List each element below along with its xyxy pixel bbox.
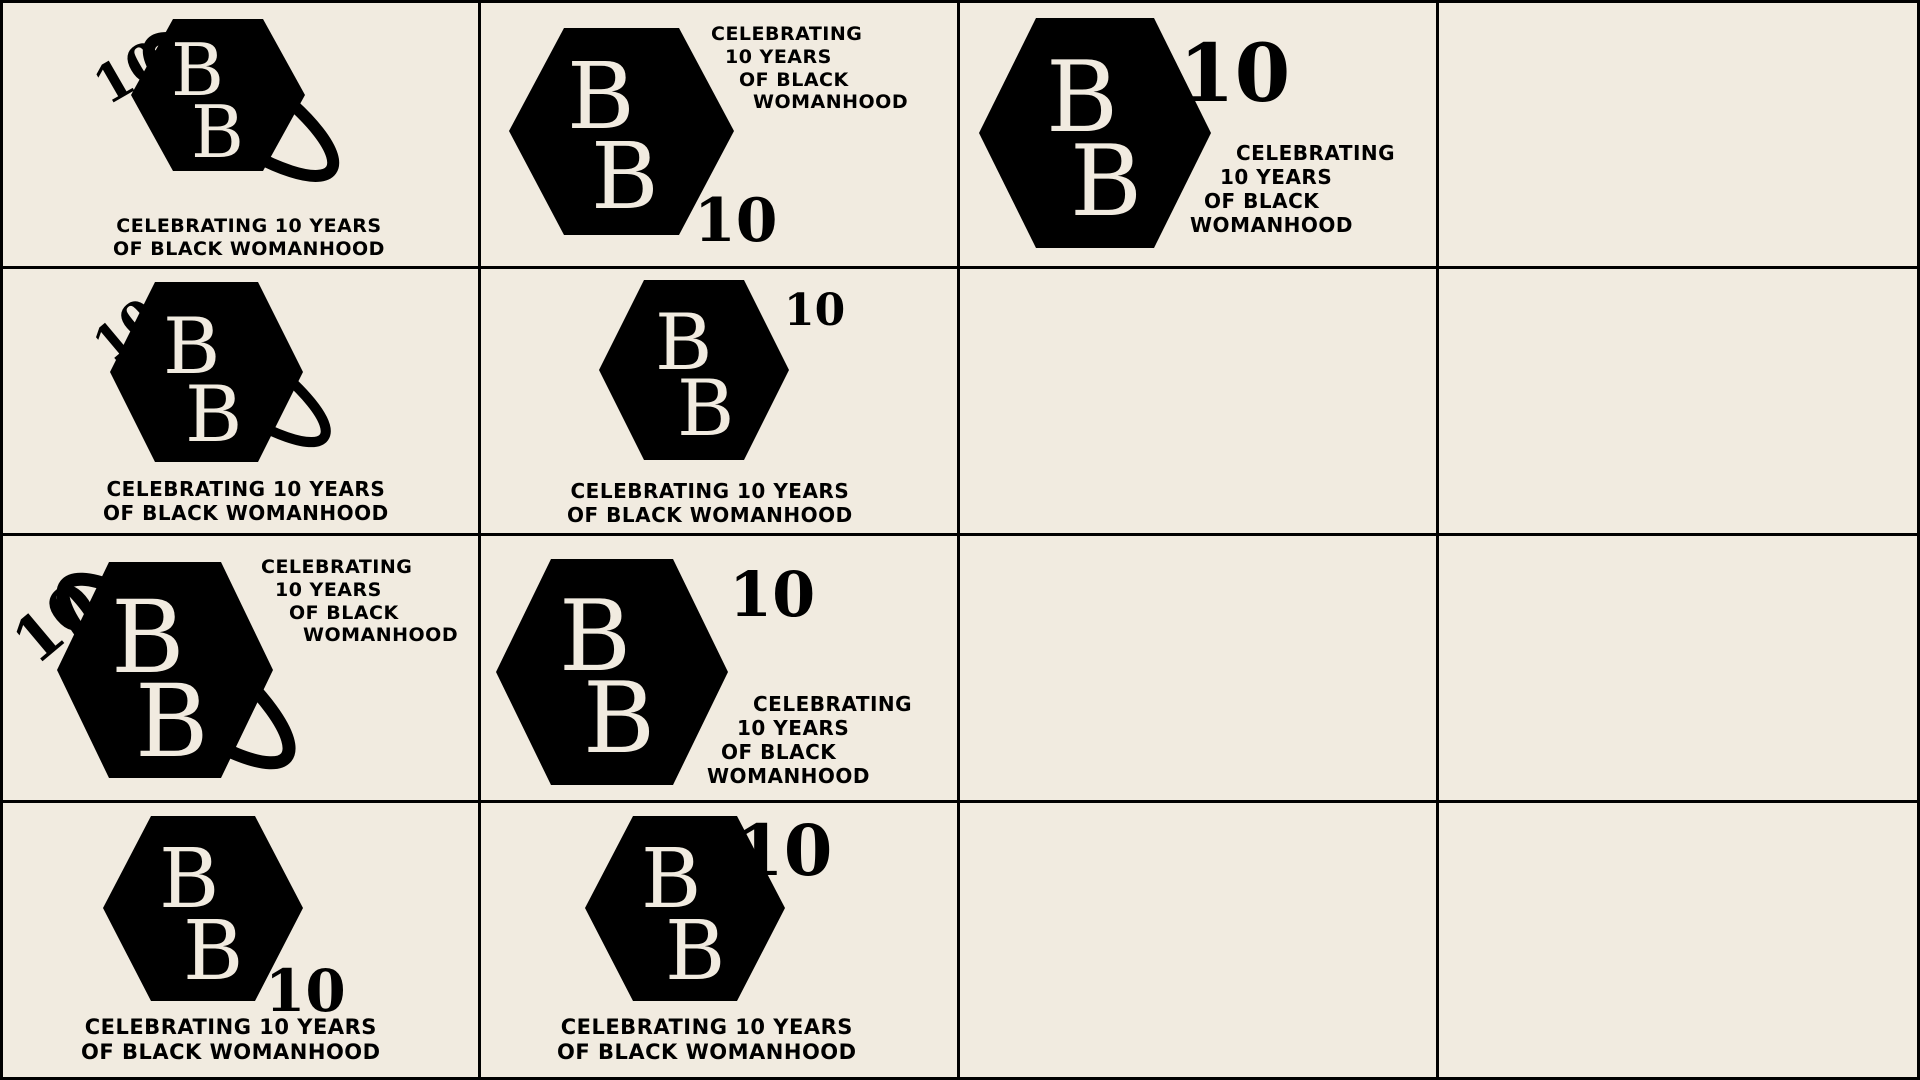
tagline: CELEBRATING 10 YEARS OF BLACK WOMANHOOD: [1190, 141, 1395, 237]
anniversary-ten: 10: [735, 809, 832, 892]
variant-ten-overlap-stacked-tagline: B B 10 CELEBRATING 10 YEARS OF BLACK WOM…: [481, 803, 960, 1077]
tagline-line-3: OF BLACK: [739, 68, 849, 91]
tagline-line-2: 10 YEARS: [275, 578, 382, 601]
empty-slot: [960, 269, 1439, 536]
tagline-line-2: OF BLACK WOMANHOOD: [103, 501, 389, 525]
monogram-bottom-b: B: [191, 90, 244, 174]
variant-ring-large-tagline-right: 10 B B CELEBRATING 10 YEARS OF BLACK WOM…: [3, 536, 481, 803]
tagline-line-1: CELEBRATING 10 YEARS: [560, 1015, 853, 1039]
variant-ten-bottom-stacked-tagline: B B 10 CELEBRATING 10 YEARS OF BLACK WOM…: [3, 803, 481, 1077]
tagline-line-1: CELEBRATING 10 YEARS: [116, 215, 382, 237]
tagline-line-1: CELEBRATING 10 YEARS: [106, 477, 386, 501]
tagline-line-3: OF BLACK: [721, 740, 837, 764]
tagline-line-1: CELEBRATING: [1236, 141, 1396, 165]
tagline: CELEBRATING 10 YEARS OF BLACK WOMANHOOD: [261, 556, 458, 647]
tagline-line-4: WOMANHOOD: [707, 764, 871, 788]
variant-ten-top-right-stacked-tagline: B B 10 CELEBRATING 10 YEARS OF BLACK WOM…: [481, 269, 960, 536]
monogram-bottom-b: B: [135, 663, 209, 780]
variant-ten-top-tagline-bottom-right: B B 10 CELEBRATING 10 YEARS OF BLACK WOM…: [481, 536, 960, 803]
monogram-bottom-b: B: [185, 370, 242, 460]
empty-slot: [960, 803, 1439, 1077]
tagline: CELEBRATING 10 YEARS OF BLACK WOMANHOOD: [711, 23, 908, 114]
monogram-bottom-b: B: [677, 364, 734, 454]
tagline-line-2: OF BLACK WOMANHOOD: [567, 503, 853, 527]
logo-variations-sheet: 10 B B CELEBRATING 10 YEARS OF BLACK WOM…: [0, 0, 1920, 1080]
tagline-line-1: CELEBRATING: [711, 23, 863, 45]
tagline-line-4: WOMANHOOD: [303, 624, 459, 647]
tagline-line-1: CELEBRATING: [753, 692, 913, 716]
tagline-line-2: 10 YEARS: [1220, 165, 1333, 189]
anniversary-ten: 10: [1179, 26, 1290, 120]
tagline-line-2: 10 YEARS: [725, 45, 832, 68]
tagline-line-2: 10 YEARS: [737, 716, 850, 740]
tagline: CELEBRATING 10 YEARS OF BLACK WOMANHOOD: [557, 1015, 857, 1065]
monogram-bottom-b: B: [1070, 125, 1142, 239]
tagline-line-2: OF BLACK WOMANHOOD: [113, 237, 385, 260]
tagline: CELEBRATING 10 YEARS OF BLACK WOMANHOOD: [81, 1015, 381, 1065]
empty-slot: [1439, 3, 1917, 269]
tagline-line-1: CELEBRATING 10 YEARS: [84, 1015, 377, 1039]
tagline: CELEBRATING 10 YEARS OF BLACK WOMANHOOD: [707, 692, 912, 788]
logo-mark: 10 B B: [83, 19, 340, 182]
empty-slot: [1439, 803, 1917, 1077]
tagline-line-2: OF BLACK WOMANHOOD: [81, 1040, 381, 1065]
logo-mark: B B 10: [585, 809, 832, 1001]
tagline-line-2: OF BLACK WOMANHOOD: [557, 1040, 857, 1065]
logo-mark: B B 10: [599, 280, 845, 460]
logo-mark: 10 B B: [83, 282, 331, 462]
anniversary-ten: 10: [784, 285, 845, 336]
tagline: CELEBRATING 10 YEARS OF BLACK WOMANHOOD: [567, 479, 853, 527]
anniversary-ten: 10: [729, 558, 815, 631]
empty-slot: [1439, 269, 1917, 536]
tagline: CELEBRATING 10 YEARS OF BLACK WOMANHOOD: [113, 215, 385, 261]
variant-ring-small-stacked-tagline: 10 B B CELEBRATING 10 YEARS OF BLACK WOM…: [3, 269, 481, 536]
empty-slot: [960, 536, 1439, 803]
tagline-line-3: OF BLACK: [289, 601, 399, 624]
monogram-bottom-b: B: [591, 123, 659, 230]
anniversary-ten: 10: [694, 186, 778, 256]
tagline-line-1: CELEBRATING 10 YEARS: [570, 479, 850, 503]
tagline-line-4: WOMANHOOD: [753, 91, 909, 114]
tagline: CELEBRATING 10 YEARS OF BLACK WOMANHOOD: [103, 477, 389, 525]
logo-mark: B B 10: [103, 816, 346, 1025]
monogram-bottom-b: B: [183, 904, 243, 999]
tagline-line-3: OF BLACK: [1204, 189, 1320, 213]
monogram-bottom-b: B: [665, 904, 725, 999]
variation-grid: 10 B B CELEBRATING 10 YEARS OF BLACK WOM…: [0, 0, 1920, 1080]
variant-tagline-right-ten-bottom: B B 10 CELEBRATING 10 YEARS OF BLACK WOM…: [481, 3, 960, 269]
tagline-line-4: WOMANHOOD: [1190, 213, 1354, 237]
monogram-bottom-b: B: [583, 662, 655, 776]
variant-ring-stacked-tagline: 10 B B CELEBRATING 10 YEARS OF BLACK WOM…: [3, 3, 481, 269]
empty-slot: [1439, 536, 1917, 803]
tagline-line-1: CELEBRATING: [261, 556, 413, 578]
variant-ten-top-tagline-right: B B 10 CELEBRATING 10 YEARS OF BLACK WOM…: [960, 3, 1439, 269]
